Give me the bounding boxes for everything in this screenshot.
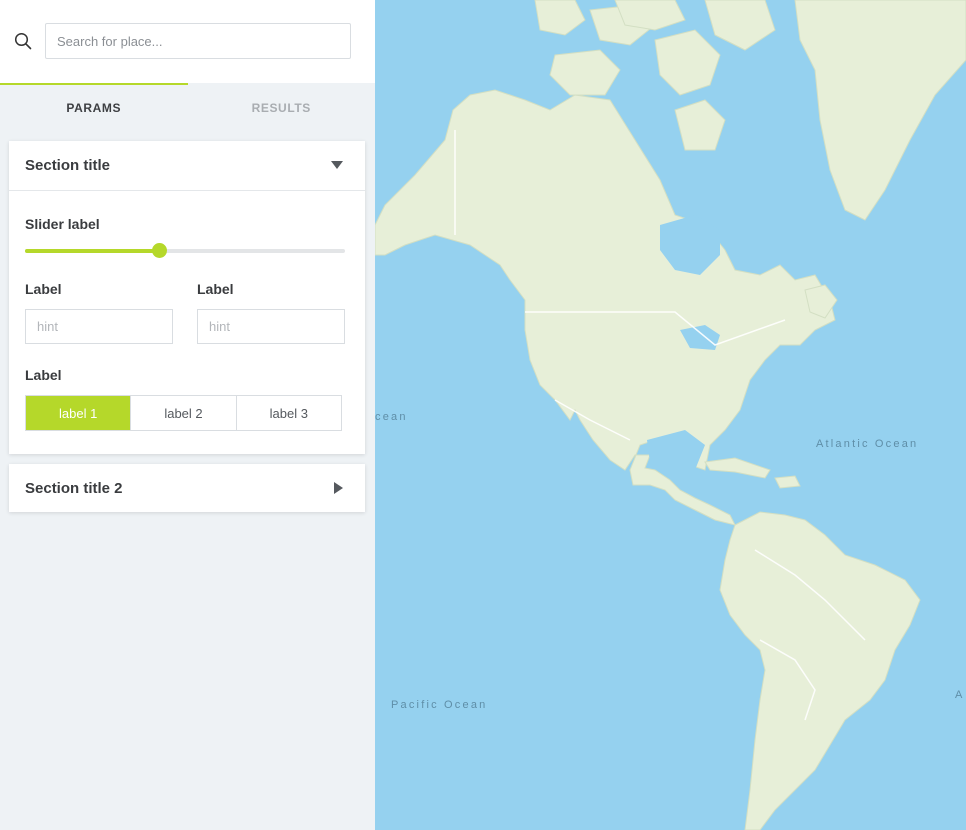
segment-option-3[interactable]: label 3 bbox=[237, 396, 341, 430]
tab-results[interactable]: RESULTS bbox=[188, 83, 376, 131]
section-title-1: Section title bbox=[25, 157, 111, 174]
slider-label: Slider label bbox=[25, 216, 100, 232]
north-america-landmass bbox=[375, 89, 836, 526]
greenland-landmass bbox=[794, 0, 966, 221]
caret-right-icon[interactable] bbox=[334, 482, 343, 494]
slider-track[interactable] bbox=[25, 243, 345, 258]
side-panel: PARAMS RESULTS Section title Slider labe… bbox=[0, 0, 375, 830]
input-label-1: Label bbox=[25, 281, 62, 297]
section-title-2: Section title 2 bbox=[25, 479, 123, 497]
arctic-island bbox=[704, 0, 776, 51]
section-header-1[interactable]: Section title bbox=[9, 141, 365, 190]
arctic-island bbox=[549, 49, 621, 96]
section-card-2: Section title 2 bbox=[9, 464, 365, 512]
section-body-1: Slider label Label Label Label label 1 l… bbox=[9, 191, 365, 454]
segment-option-1[interactable]: label 1 bbox=[26, 396, 132, 430]
segmented-control: label 1 label 2 label 3 bbox=[25, 395, 342, 431]
segment-label: Label bbox=[25, 367, 62, 383]
text-input-2[interactable] bbox=[197, 309, 345, 344]
search-icon[interactable] bbox=[14, 32, 32, 50]
text-input-1[interactable] bbox=[25, 309, 173, 344]
search-input[interactable] bbox=[45, 23, 351, 59]
cuba bbox=[704, 457, 771, 479]
tab-params[interactable]: PARAMS bbox=[0, 83, 188, 131]
map-view[interactable]: Atlantic Ocean Pacific Ocean cean A bbox=[375, 0, 966, 830]
arctic-island bbox=[614, 0, 686, 31]
segment-option-2[interactable]: label 2 bbox=[131, 396, 237, 430]
slider-thumb[interactable] bbox=[152, 243, 168, 258]
search-bar bbox=[0, 0, 375, 83]
pacific-ocean-label: Pacific Ocean bbox=[391, 699, 488, 711]
arctic-island bbox=[674, 99, 726, 151]
ocean-label-partial-left: cean bbox=[375, 411, 408, 423]
arctic-island bbox=[534, 0, 586, 36]
south-america-landmass bbox=[719, 511, 921, 830]
tab-bar: PARAMS RESULTS bbox=[0, 83, 375, 131]
ocean-label-partial-right: A bbox=[955, 689, 965, 701]
section-card-1: Section title Slider label Label Label L… bbox=[9, 141, 365, 454]
hispaniola bbox=[774, 475, 801, 489]
section-header-2[interactable]: Section title 2 bbox=[9, 464, 365, 512]
atlantic-ocean-label: Atlantic Ocean bbox=[816, 438, 919, 450]
input-label-2: Label bbox=[197, 281, 234, 297]
caret-down-icon[interactable] bbox=[331, 161, 343, 170]
slider-fill bbox=[25, 249, 160, 253]
arctic-island bbox=[654, 29, 721, 96]
